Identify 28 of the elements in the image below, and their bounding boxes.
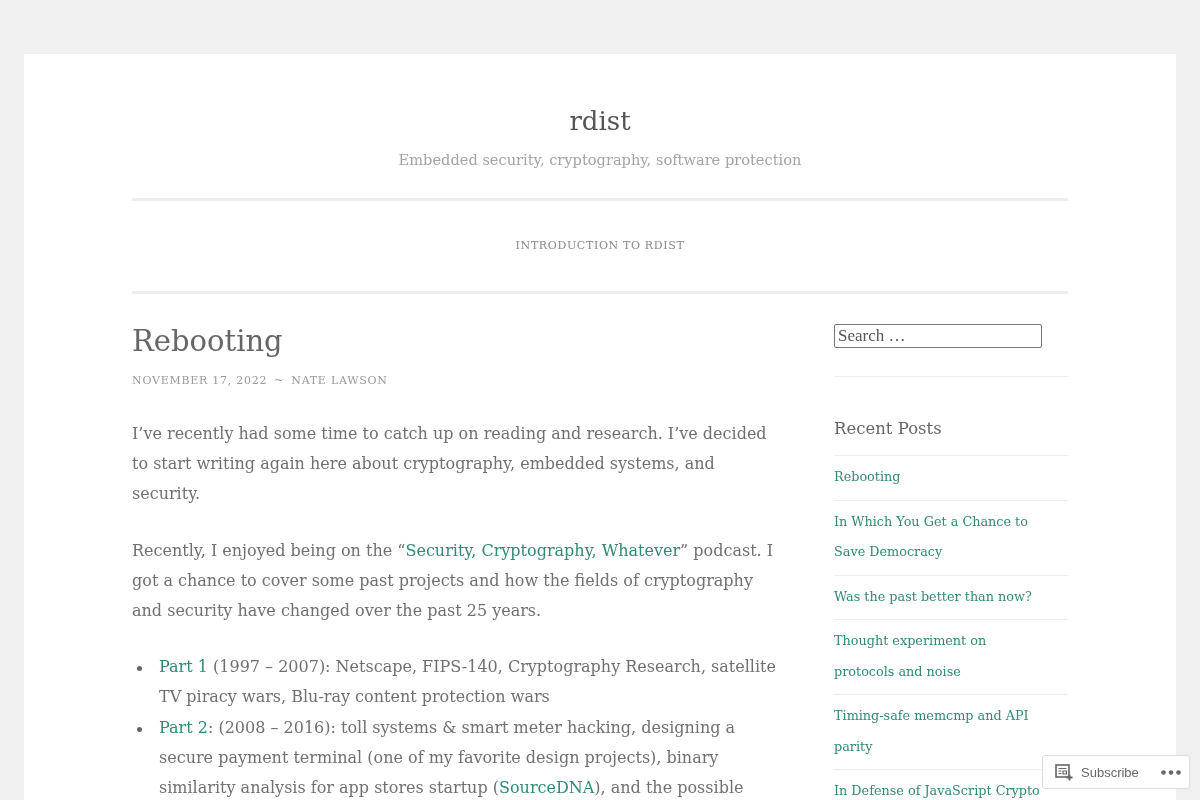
- bullet-icon: [137, 666, 142, 672]
- post-author[interactable]: NATE LAWSON: [291, 373, 388, 389]
- list-item-text: Part 1 (1997 – 2007): Netscape, FIPS-140, Cryptography Research, satellite TV piracy wars, Blu-ray content protection wars: [159, 656, 777, 709]
- text-link[interactable]: SourceDNA: [499, 778, 595, 798]
- meta-separator: ~: [274, 373, 285, 389]
- subscribe-button[interactable]: Subscribe: [1055, 763, 1139, 781]
- bullet-icon: [137, 726, 142, 732]
- text-link[interactable]: Part 1: [159, 657, 208, 677]
- recent-post-link[interactable]: Timing-safe memcmp and API parity: [834, 701, 1042, 762]
- post-date[interactable]: NOVEMBER 17, 2022: [132, 373, 268, 389]
- recent-post-link[interactable]: In Defense of JavaScript Crypto: [834, 776, 1042, 800]
- recent-post-link[interactable]: Thought experiment on protocols and noise: [834, 626, 1042, 687]
- recent-post-link[interactable]: Was the past better than now?: [834, 581, 1042, 612]
- recent-post-link[interactable]: In Which You Get a Chance to Save Democracy: [834, 506, 1042, 568]
- body-paragraph: I’ve recently had some time to catch up on reading and research. I’ve decided to start writing again here about cryptography, embedded systems, and security.: [132, 423, 768, 506]
- more-icon: [1161, 769, 1181, 775]
- text-link[interactable]: Part 2: [159, 717, 208, 737]
- body-paragraph: Recently, I enjoyed being on the “Security, Cryptography, Whatever” podcast. I got a chance to cover some past projects and how the fields of cryptography and security have changed over the past 25 years.: [132, 539, 775, 622]
- search-field[interactable]: Search …: [834, 324, 1042, 348]
- post-title: Rebooting: [132, 323, 284, 360]
- recent-post-link[interactable]: Rebooting: [834, 462, 1042, 493]
- reader-plus-icon: [1055, 763, 1073, 781]
- site-title[interactable]: rdist: [569, 105, 631, 137]
- list-item-text: Part 2: (2008 – 2016): toll systems & smart meter hacking, designing a secure payment terminal (one of my favorite design projects), binary similarity analysis for app stores startup (SourceDNA), and the possible: [159, 716, 745, 800]
- nav-link[interactable]: INTRODUCTION TO RDIST: [515, 238, 685, 254]
- site-tagline: Embedded security, cryptography, software protection: [398, 150, 802, 170]
- text-link[interactable]: Security, Cryptography, Whatever: [405, 540, 681, 560]
- widget-title: Recent Posts: [834, 417, 1068, 456]
